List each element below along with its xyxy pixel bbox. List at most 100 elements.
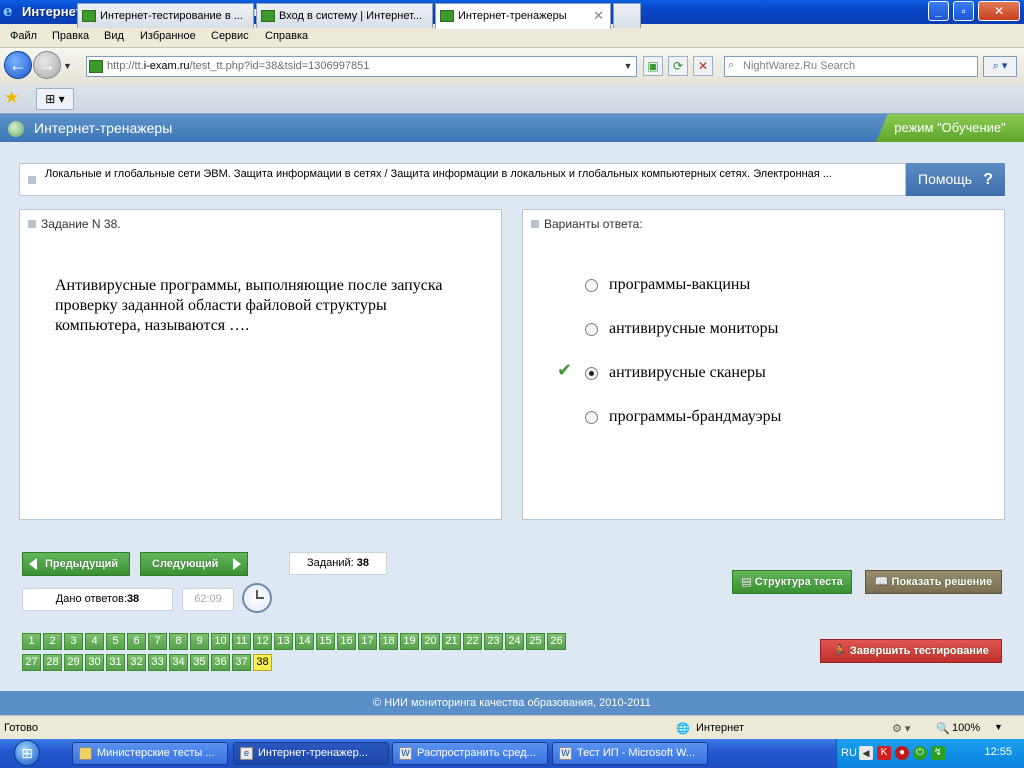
menu-help[interactable]: Справка [265,30,308,42]
question-number[interactable]: 28 [43,654,62,671]
new-tab-button[interactable] [613,3,641,28]
taskbar-item-ie[interactable]: e Интернет-тренажер... [233,742,389,765]
help-button[interactable]: Помощь ? [906,163,1005,196]
question-number[interactable]: 16 [337,633,356,650]
tab-login[interactable]: Вход в систему | Интернет... [256,3,433,28]
question-number[interactable]: 7 [148,633,167,650]
minimize-button[interactable]: _ [928,1,949,21]
question-number[interactable]: 20 [421,633,440,650]
checkmark-icon: ✔ [557,360,573,380]
question-number[interactable]: 13 [274,633,293,650]
search-button[interactable]: ⌕ ▾ [983,56,1017,77]
forward-arrow-icon[interactable]: → [33,51,61,79]
stop-icon[interactable]: ✕ [693,56,713,76]
question-number[interactable]: 34 [169,654,188,671]
radio-button[interactable] [585,411,598,424]
question-number[interactable]: 2 [43,633,62,650]
question-number[interactable]: 18 [379,633,398,650]
zoom-level[interactable]: 100% [952,722,980,734]
question-number[interactable]: 15 [316,633,335,650]
question-number-current[interactable]: 38 [253,654,272,671]
address-dropdown-icon[interactable]: ▼ [620,57,636,76]
question-number[interactable]: 33 [148,654,167,671]
maximize-button[interactable]: ▫ [953,1,974,21]
question-number[interactable]: 29 [64,654,83,671]
start-button[interactable]: ⊞ [2,739,48,768]
site-favicon-icon [89,60,103,73]
tab-internet-testing[interactable]: Интернет-тестирование в ... [77,3,254,28]
address-bar[interactable]: http://tt.i-exam.ru/test_tt.php?id=38&ts… [86,56,637,77]
question-number[interactable]: 25 [526,633,545,650]
question-number[interactable]: 27 [22,654,41,671]
question-number[interactable]: 12 [253,633,272,650]
answer-label: программы-брандмауэры [609,408,782,425]
tasks-count-box: Заданий: 38 [289,552,387,575]
tab-trainers[interactable]: Интернет-тренажеры ✕ [435,3,611,29]
question-number[interactable]: 5 [106,633,125,650]
finish-test-button[interactable]: 🏃 Завершить тестирование [820,639,1002,663]
zoom-icon[interactable]: 🔍 [936,722,950,735]
question-number[interactable]: 8 [169,633,188,650]
previous-button[interactable]: Предыдущий [22,552,130,576]
question-number[interactable]: 22 [463,633,482,650]
antivirus-icon[interactable]: K [877,746,891,760]
question-number[interactable]: 26 [547,633,566,650]
close-button[interactable]: ✕ [978,1,1020,21]
menu-tools[interactable]: Сервис [211,30,249,42]
question-number[interactable]: 19 [400,633,419,650]
question-number[interactable]: 3 [64,633,83,650]
question-number[interactable]: 4 [85,633,104,650]
question-number[interactable]: 11 [232,633,251,650]
question-number[interactable]: 30 [85,654,104,671]
question-number[interactable]: 36 [211,654,230,671]
language-indicator[interactable]: RU [841,747,857,759]
question-number[interactable]: 21 [442,633,461,650]
question-number[interactable]: 10 [211,633,230,650]
next-button[interactable]: Следующий [140,552,248,576]
taskbar-item-word-2[interactable]: W Тест ИП - Microsoft W... [552,742,708,765]
network-icon[interactable]: ⏻ [913,746,927,760]
menu-favorites[interactable]: Избранное [140,30,196,42]
question-number[interactable]: 23 [484,633,503,650]
question-number[interactable]: 6 [127,633,146,650]
question-number[interactable]: 37 [232,654,251,671]
close-tab-icon[interactable]: ✕ [593,8,604,24]
search-engine-icon: ⌕ [728,59,735,71]
radio-button[interactable] [585,279,598,292]
question-number[interactable]: 32 [127,654,146,671]
favorites-star-icon[interactable]: ★ [4,88,19,108]
question-number[interactable]: 35 [190,654,209,671]
menu-file[interactable]: Файл [10,30,37,42]
history-dropdown-icon[interactable]: ▼ [63,61,72,71]
taskbar-item-word-1[interactable]: W Распространить сред... [392,742,548,765]
taskbar-item-label: Интернет-тренажер... [258,747,368,759]
question-number[interactable]: 31 [106,654,125,671]
question-number[interactable]: 24 [505,633,524,650]
question-number[interactable]: 14 [295,633,314,650]
zoom-dropdown-icon[interactable]: ▼ [994,722,1003,732]
refresh-icon[interactable]: ⟳ [668,56,688,76]
download-icon[interactable]: ↯ [931,746,945,760]
tray-arrow-icon[interactable]: ◀ [859,746,873,760]
breadcrumb-text: Локальные и глобальные сети ЭВМ. Защита … [45,168,832,180]
status-bar: Готово 🌐 Интернет ⚙ ▾ 🔍 100% ▼ [0,715,1024,739]
test-structure-button[interactable]: ▤ Структура теста [732,570,852,594]
menu-view[interactable]: Вид [104,30,124,42]
compatibility-icon[interactable]: ▣ [643,56,663,76]
taskbar-item-folder[interactable]: Министерские тесты ... [72,742,228,765]
mode-badge: режим "Обучение" [876,114,1024,142]
protected-mode-icon[interactable]: ⚙ ▾ [892,722,910,735]
back-arrow-icon[interactable]: ← [4,51,32,79]
show-solution-button[interactable]: 📖 Показать решение [865,570,1002,594]
question-number[interactable]: 17 [358,633,377,650]
radio-button[interactable] [585,323,598,336]
menu-edit[interactable]: Правка [52,30,89,42]
answers-panel: Варианты ответа: ✔ программы-вакцины ант… [522,209,1005,520]
radio-button-selected[interactable] [585,367,598,380]
question-number[interactable]: 1 [22,633,41,650]
question-number[interactable]: 9 [190,633,209,650]
bullet-icon [531,220,539,228]
quick-tabs-icon[interactable]: ⊞ ▾ [36,88,74,110]
search-input[interactable]: ⌕ NightWarez.Ru Search [724,56,978,77]
security-icon[interactable]: ● [895,746,909,760]
